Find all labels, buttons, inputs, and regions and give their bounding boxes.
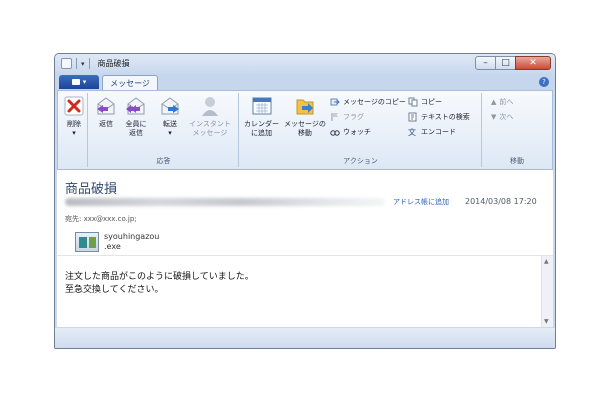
svg-text:文: 文 [408, 127, 416, 137]
body-line-1: 注文した商品がこのように破損していました。 [65, 272, 254, 282]
quick-access-toolbar: ▾ 商品破損 [61, 58, 130, 69]
message-body[interactable]: 注文した商品がこのように破損していました。 至急交換してください。 ▲ ▼ [57, 255, 553, 327]
copy-icon [408, 97, 418, 107]
group-delete: 削除 ▾ [60, 93, 88, 167]
calendar-label-2: に追加 [251, 129, 272, 137]
instant-message-label-1: インスタント [189, 120, 231, 128]
scroll-down-icon[interactable]: ▼ [544, 318, 549, 325]
divider [76, 58, 77, 69]
arrow-up-icon: ▲ [491, 98, 497, 106]
reply-icon [97, 97, 115, 115]
flag-icon [331, 113, 338, 121]
watch-button[interactable]: ウォッチ [330, 127, 371, 137]
title-bar: ▾ 商品破損 – □ ✕ [55, 54, 555, 74]
instant-message-button[interactable]: インスタント メッセージ [189, 95, 231, 138]
encode-label: エンコード [421, 128, 456, 136]
reply-button[interactable]: 返信 [95, 95, 117, 129]
attachment-name-line-1: syouhingazou [104, 232, 160, 241]
calendar-icon [252, 97, 271, 115]
previous-button[interactable]: ▲ 前へ [491, 97, 513, 107]
tab-message[interactable]: メッセージ [102, 75, 158, 90]
close-button[interactable]: ✕ [515, 56, 551, 70]
window-menu-icon[interactable] [61, 58, 72, 69]
arrow-down-icon: ▼ [491, 113, 497, 121]
group-label-respond: 応答 [156, 157, 171, 165]
find-text-button[interactable]: テキストの検索 [408, 112, 470, 122]
copy-button[interactable]: コピー [408, 97, 442, 107]
reply-label: 返信 [99, 120, 113, 128]
status-bar [55, 328, 555, 348]
copy-label: コピー [421, 98, 442, 106]
next-label: 次へ [499, 113, 514, 121]
group-label-actions: アクション [343, 157, 378, 165]
attachment-name: syouhingazou .exe [104, 232, 159, 252]
add-to-contacts-link[interactable]: アドレス帳に追加 [393, 197, 449, 207]
chevron-down-icon: ▾ [168, 129, 172, 137]
window-title: 商品破損 [97, 59, 130, 68]
recipient-line: 宛先: xxx@xxx.co.jp; [65, 215, 137, 223]
vertical-scrollbar[interactable]: ▲ ▼ [541, 256, 553, 327]
forward-label: 転送 [163, 120, 177, 128]
find-text-label: テキストの検索 [421, 113, 470, 121]
delete-label: 削除 [67, 120, 81, 128]
folder-move-icon [296, 99, 314, 115]
instant-message-label-2: メッセージ [192, 129, 228, 137]
reply-all-button[interactable]: 全員に 返信 [125, 95, 147, 138]
executable-file-icon [75, 232, 99, 252]
copy-message-icon [330, 98, 340, 106]
attachment[interactable]: syouhingazou .exe [75, 232, 159, 252]
minimize-button[interactable]: – [475, 56, 496, 70]
file-menu-button[interactable]: ▾ [59, 75, 99, 89]
reply-all-label-2: 返信 [129, 129, 143, 137]
encode-button[interactable]: 文 エンコード [408, 127, 456, 137]
message-body-text: 注文した商品がこのように破損していました。 至急交換してください。 [65, 271, 254, 297]
copy-message-label: メッセージのコピー [343, 98, 406, 106]
ribbon-tab-row: ▾ メッセージ ? [55, 74, 555, 90]
encode-icon: 文 [408, 127, 416, 137]
forward-icon [161, 97, 179, 115]
delete-button[interactable]: 削除 ▾ [63, 95, 85, 138]
mail-window: ▾ 商品破損 – □ ✕ ▾ メッセージ ? 削除 ▾ 返信 全員に 返信 転送… [54, 53, 556, 349]
maximize-button[interactable]: □ [495, 56, 516, 70]
attachment-name-line-2: .exe [104, 242, 121, 251]
reply-all-icon [126, 97, 145, 115]
move-message-button[interactable]: メッセージの 移動 [284, 95, 326, 138]
chevron-down-icon: ▾ [72, 129, 76, 137]
watch-label: ウォッチ [343, 128, 371, 136]
flag-label: フラグ [343, 113, 364, 121]
instant-message-icon [201, 97, 218, 116]
flag-button[interactable]: フラグ [330, 112, 364, 122]
forward-button[interactable]: 転送 ▾ [159, 95, 181, 138]
copy-message-button[interactable]: メッセージのコピー [330, 97, 406, 107]
customize-dropdown-icon[interactable]: ▾ [81, 60, 85, 68]
help-icon[interactable]: ? [539, 77, 549, 87]
body-line-2: 至急交換してください。 [65, 285, 164, 295]
group-respond: 返信 全員に 返信 転送 ▾ インスタント メッセージ 応答 [89, 93, 239, 167]
group-label-move: 移動 [510, 157, 524, 165]
ribbon: 削除 ▾ 返信 全員に 返信 転送 ▾ インスタント メッセージ 応答 カレンダ… [57, 90, 553, 170]
group-actions: カレンダー に追加 メッセージの 移動 メッセージのコピー フラグ ウォッチ コ… [240, 93, 482, 167]
reply-all-label-1: 全員に [125, 120, 147, 128]
watch-icon [330, 130, 340, 136]
divider [88, 58, 90, 69]
move-message-label-1: メッセージの [284, 120, 326, 128]
calendar-label-1: カレンダー [244, 120, 279, 128]
find-text-icon [408, 112, 417, 122]
message-datetime: 2014/03/08 17:20 [465, 197, 537, 206]
next-button[interactable]: ▼ 次へ [491, 112, 513, 122]
group-move: ▲ 前へ ▼ 次へ 移動 [483, 93, 551, 167]
message-header: 商品破損 アドレス帳に追加 2014/03/08 17:20 宛先: xxx@x… [57, 170, 553, 255]
message-subject: 商品破損 [65, 182, 118, 197]
add-to-calendar-button[interactable]: カレンダー に追加 [244, 95, 279, 138]
move-message-label-2: 移動 [297, 129, 312, 137]
chevron-down-icon: ▾ [82, 78, 87, 86]
delete-icon [64, 96, 84, 116]
sender-redacted [65, 198, 385, 206]
scroll-up-icon[interactable]: ▲ [544, 258, 549, 265]
previous-label: 前へ [499, 98, 514, 106]
caption-buttons: – □ ✕ [475, 56, 551, 70]
file-menu-icon [71, 79, 80, 85]
